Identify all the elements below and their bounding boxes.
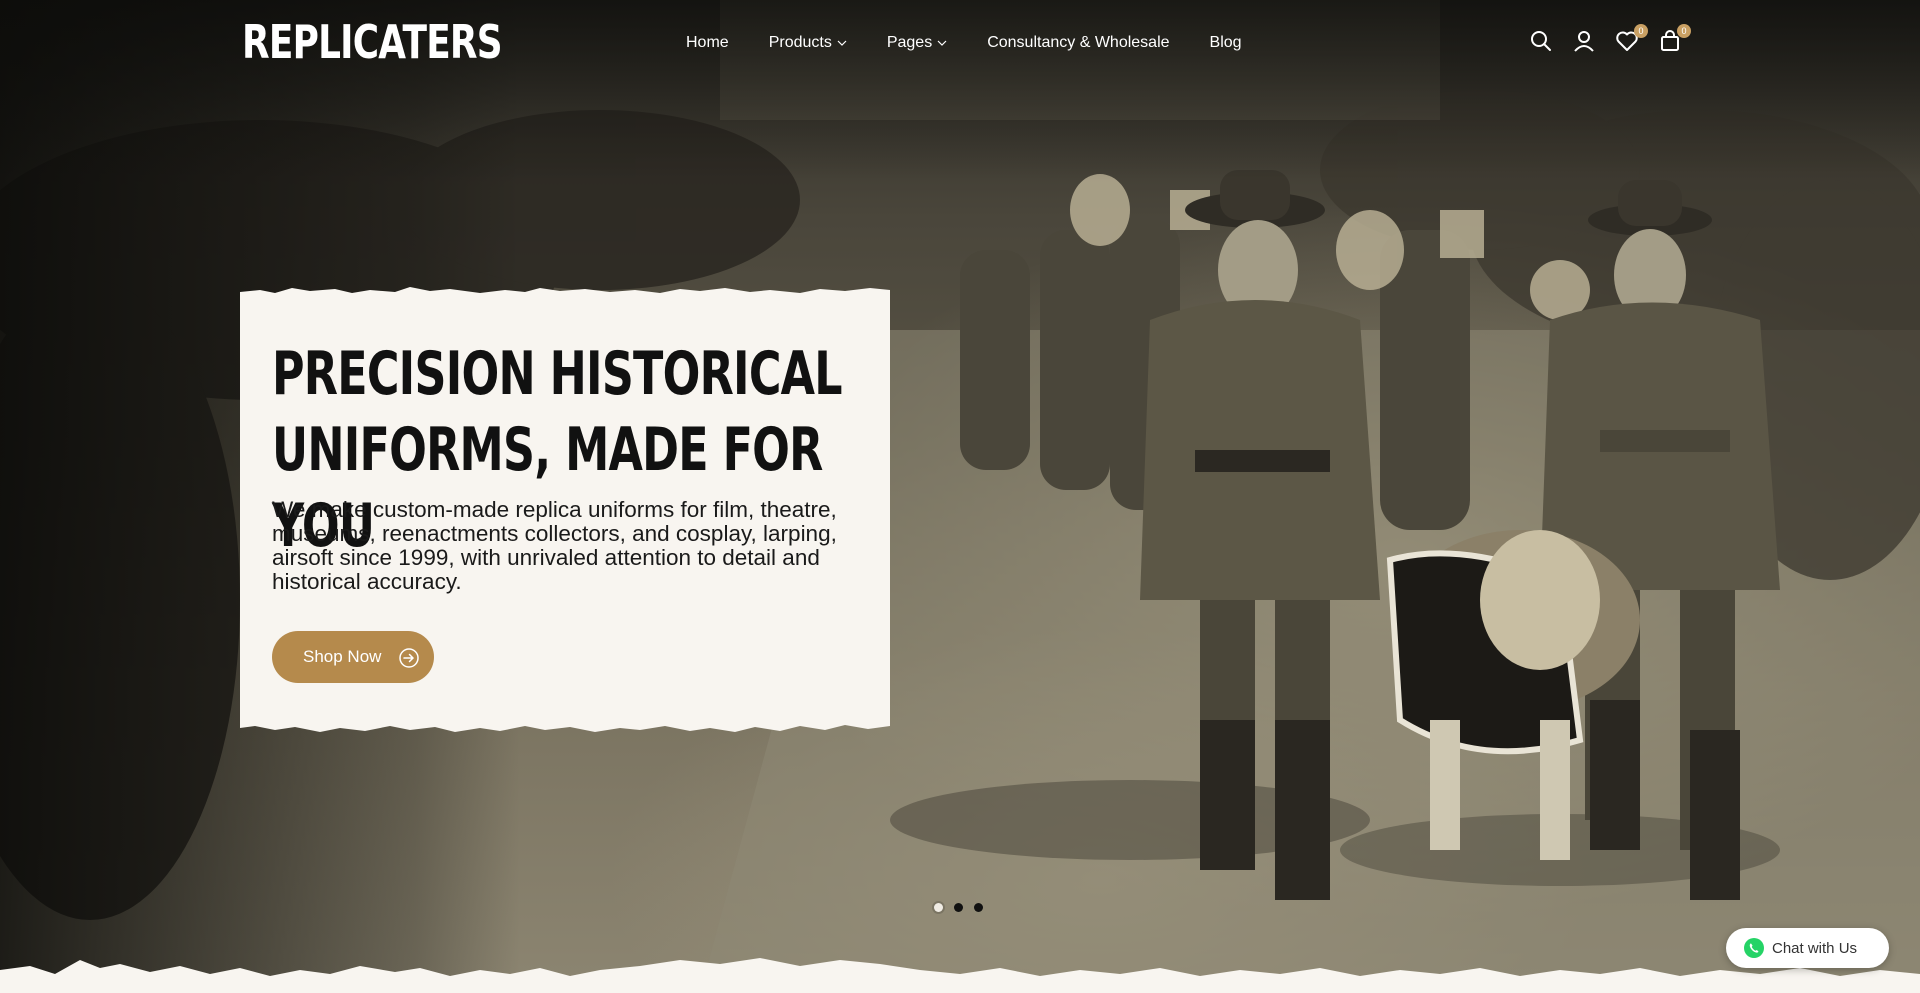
arrow-right-circle-icon [399, 648, 419, 668]
nav-item-consultancy-wholesale[interactable]: Consultancy & Wholesale [987, 31, 1169, 55]
chevron-down-icon [937, 40, 947, 46]
shop-now-button[interactable]: Shop Now [272, 631, 434, 683]
nav-item-home[interactable]: Home [686, 31, 729, 55]
slider-dot-1[interactable] [934, 903, 943, 912]
nav-item-label: Pages [886, 34, 933, 51]
cart-count-badge: 0 [1677, 24, 1691, 38]
slider-dot-2[interactable] [954, 903, 963, 912]
nav-item-pages[interactable]: Pages [887, 31, 947, 55]
cart-button[interactable]: 0 [1655, 24, 1691, 56]
nav-item-blog[interactable]: Blog [1210, 31, 1242, 55]
search-button[interactable] [1526, 26, 1556, 56]
site-logo[interactable]: REPLICATERS [242, 18, 503, 66]
site-header: REPLICATERS Home Products Pages Consulta… [0, 0, 1920, 86]
slider-dot-3[interactable] [974, 903, 983, 912]
search-icon [1531, 31, 1551, 51]
torn-edge-section-divider [0, 958, 1920, 993]
header-actions: 0 0 [1526, 24, 1698, 56]
slider-pagination [934, 903, 994, 912]
wishlist-button[interactable]: 0 [1612, 24, 1648, 56]
torn-edge-bottom [240, 716, 890, 732]
nav-item-products[interactable]: Products [769, 31, 847, 55]
account-button[interactable] [1569, 26, 1599, 56]
chevron-down-icon [837, 40, 847, 46]
chat-with-us-button[interactable]: Chat with Us [1726, 928, 1889, 968]
hero-headline-line1: PRECISION HISTORICAL [272, 339, 843, 409]
nav-item-label: Consultancy & Wholesale [987, 34, 1170, 51]
hero-card: PRECISION HISTORICAL UNIFORMS, MADE FOR … [240, 287, 890, 732]
nav-item-label: Home [686, 34, 729, 51]
whatsapp-icon [1744, 938, 1764, 958]
torn-edge-top [240, 287, 890, 300]
nav-item-label: Blog [1209, 34, 1242, 51]
wishlist-count-badge: 0 [1634, 24, 1648, 38]
hero-subtext: We make custom-made replica uniforms for… [272, 497, 837, 594]
user-icon [1574, 31, 1594, 52]
chat-label: Chat with Us [1772, 939, 1858, 957]
main-nav: Home Products Pages Consultancy & Wholes… [686, 31, 1282, 55]
shop-now-label: Shop Now [303, 647, 382, 666]
nav-item-label: Products [768, 34, 832, 51]
